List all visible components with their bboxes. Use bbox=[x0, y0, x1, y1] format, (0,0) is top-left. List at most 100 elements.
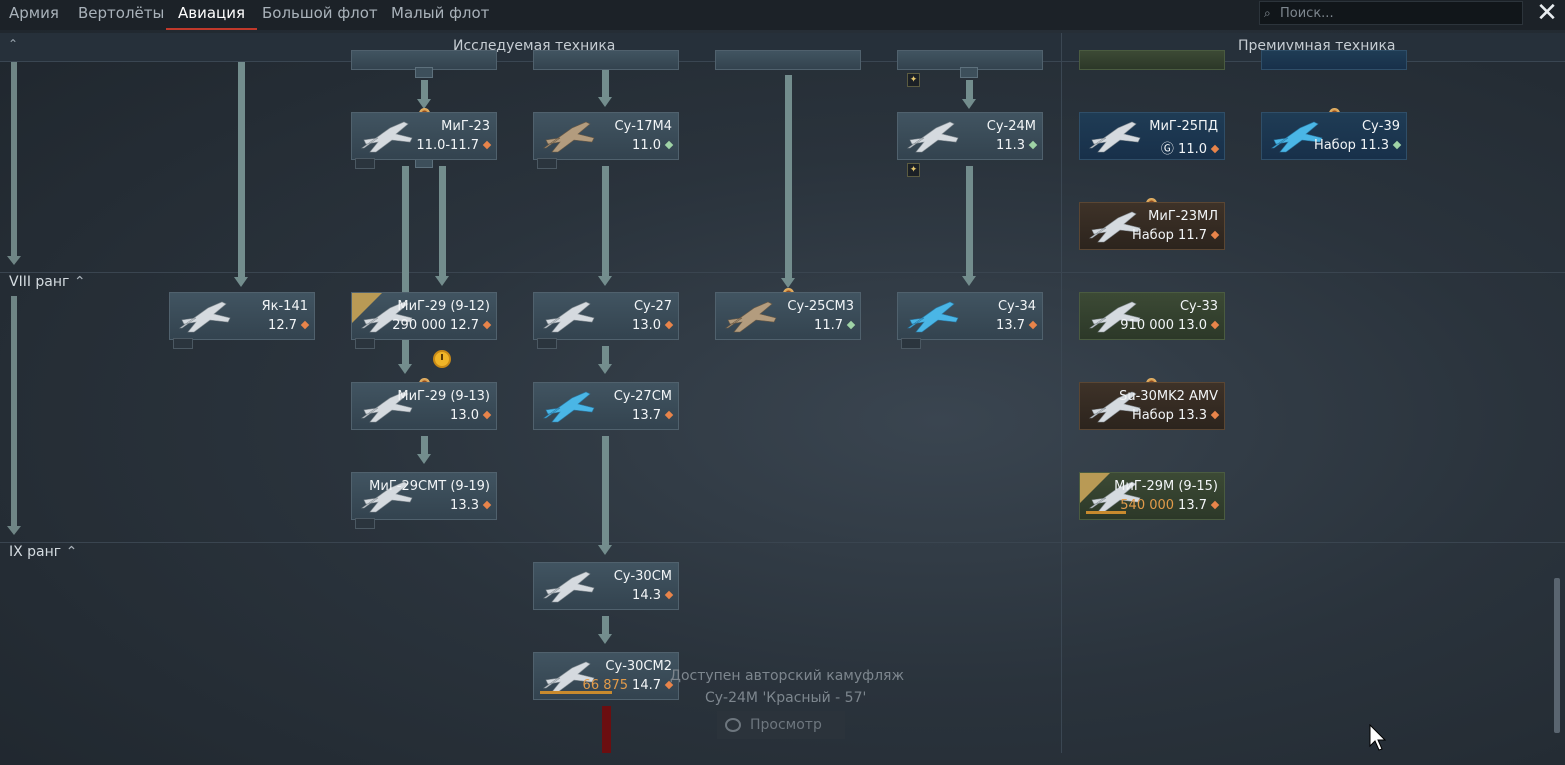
research-arrow bbox=[781, 75, 795, 288]
view-button-label: Просмотр bbox=[750, 717, 822, 733]
research-arrow bbox=[598, 70, 612, 107]
folder-tag-icon bbox=[537, 158, 557, 169]
gaijin-coin-icon: Ⓖ bbox=[1160, 142, 1174, 157]
vehicle-name: Су-24М bbox=[986, 119, 1036, 134]
vehicle-name: МиГ-29 (9-13) bbox=[397, 389, 490, 404]
vehicle-card-mig23[interactable]: МиГ-23 11.0-11.7 bbox=[351, 112, 497, 160]
unlock-icon: ✦ bbox=[907, 73, 920, 87]
vehicle-name: Су-27 bbox=[633, 299, 672, 314]
folder-tag-icon bbox=[537, 338, 557, 349]
vehicle-name: Su-30MK2 AMV bbox=[1119, 389, 1218, 404]
battle-rating: 13.0 bbox=[632, 318, 674, 333]
modification-icon bbox=[960, 67, 978, 78]
vehicle-name: МиГ-23 bbox=[441, 119, 490, 134]
vehicle-card-su30sm2[interactable]: Су-30СМ2 66 875 14.7 bbox=[533, 652, 679, 700]
battle-rating: Ⓖ 11.0 bbox=[1160, 138, 1220, 157]
battle-rating: Набор 11.3 bbox=[1314, 138, 1402, 153]
vehicle-name: Су-30СМ bbox=[613, 569, 672, 584]
vehicle-card-su34[interactable]: Су-34 13.7 bbox=[897, 292, 1043, 340]
research-progress-bar bbox=[540, 691, 612, 694]
tab-bluewater-fleet[interactable]: Большой флот bbox=[262, 3, 378, 30]
eye-icon bbox=[725, 718, 741, 732]
research-arrow bbox=[962, 166, 976, 286]
rank-divider-viii bbox=[0, 272, 1565, 273]
vehicle-card-partial[interactable] bbox=[533, 50, 679, 70]
section-divider bbox=[1061, 33, 1062, 753]
research-progress-bar bbox=[1086, 511, 1126, 514]
vehicle-name: Су-39 bbox=[1361, 119, 1400, 134]
vehicle-card-partial[interactable] bbox=[715, 50, 861, 70]
scrollbar[interactable] bbox=[1554, 578, 1560, 733]
vehicle-name: МиГ-25ПД bbox=[1149, 119, 1218, 134]
search-icon: ⌕ bbox=[1264, 6, 1271, 20]
mouse-cursor-icon bbox=[1369, 724, 1387, 751]
vehicle-card-su30sm[interactable]: Су-30СМ 14.3 bbox=[533, 562, 679, 610]
battle-rating: Набор 11.7 bbox=[1132, 228, 1220, 243]
research-arrow bbox=[962, 80, 976, 109]
camouflage-notification-subtitle: Су-24М 'Красный - 57' bbox=[705, 690, 867, 706]
vehicle-name: Су-34 bbox=[997, 299, 1036, 314]
top-tab-bar: Армия Вертолёты Авиация Большой флот Мал… bbox=[0, 0, 1565, 30]
vehicle-card-partial[interactable] bbox=[1079, 50, 1225, 70]
aircraft-icon bbox=[720, 298, 780, 336]
vehicle-card-su24m[interactable]: Су-24М 11.3 bbox=[897, 112, 1043, 160]
view-camouflage-button[interactable]: Просмотр bbox=[717, 711, 845, 739]
vehicle-name: Су-17М4 bbox=[614, 119, 673, 134]
research-progress-bar bbox=[602, 706, 611, 753]
research-arrow bbox=[598, 166, 612, 286]
close-icon[interactable]: ✕ bbox=[1532, 0, 1562, 28]
aircraft-icon bbox=[356, 118, 416, 156]
vehicle-card-su27[interactable]: Су-27 13.0 bbox=[533, 292, 679, 340]
vehicle-name: МиГ-29 (9-12) bbox=[397, 299, 490, 314]
vehicle-card-mig29-9-13[interactable]: МиГ-29 (9-13) 13.0 bbox=[351, 382, 497, 430]
research-arrow bbox=[234, 62, 248, 287]
folder-tag-icon bbox=[173, 338, 193, 349]
rank-label-ix[interactable]: IX ранг ⌃ bbox=[9, 544, 77, 560]
vehicle-name: МиГ-29СМТ (9-19) bbox=[369, 479, 490, 494]
vehicle-card-su30mk2[interactable]: Su-30MK2 AMV Набор 13.3 bbox=[1079, 382, 1225, 430]
battle-rating: 13.7 bbox=[632, 408, 674, 423]
rank-arrow-vii bbox=[7, 62, 21, 265]
collapse-all-icon[interactable]: ⌃ bbox=[8, 37, 22, 53]
vehicle-name: Су-33 bbox=[1179, 299, 1218, 314]
vehicle-card-mig29m[interactable]: МиГ-29М (9-15) 540 000 13.7 bbox=[1079, 472, 1225, 520]
vehicle-card-mig29smt[interactable]: МиГ-29СМТ (9-19) 13.3 bbox=[351, 472, 497, 520]
battle-rating: 12.7 bbox=[268, 318, 310, 333]
vehicle-name: Су-27СМ bbox=[613, 389, 672, 404]
battle-rating: 11.3 bbox=[996, 138, 1038, 153]
vehicle-card-su25sm3[interactable]: Су-25СМ3 11.7 bbox=[715, 292, 861, 340]
vehicle-name: МиГ-23МЛ bbox=[1148, 209, 1218, 224]
tab-army[interactable]: Армия bbox=[9, 3, 59, 30]
battle-rating: 11.0-11.7 bbox=[416, 138, 492, 153]
vehicle-card-partial[interactable] bbox=[1261, 50, 1407, 70]
battle-rating: Набор 13.3 bbox=[1132, 408, 1220, 423]
vehicle-card-su27sm[interactable]: Су-27СМ 13.7 bbox=[533, 382, 679, 430]
aircraft-icon bbox=[538, 118, 598, 156]
aircraft-icon bbox=[538, 298, 598, 336]
battle-rating: 14.3 bbox=[632, 588, 674, 603]
rank-label-viii[interactable]: VIII ранг ⌃ bbox=[9, 274, 86, 290]
vehicle-card-mig23ml[interactable]: МиГ-23МЛ Набор 11.7 bbox=[1079, 202, 1225, 250]
battle-rating: 11.7 bbox=[814, 318, 856, 333]
vehicle-name: Су-30СМ2 bbox=[605, 659, 672, 674]
research-arrow bbox=[598, 436, 612, 555]
tab-helicopters[interactable]: Вертолёты bbox=[78, 3, 164, 30]
aircraft-icon bbox=[174, 298, 234, 336]
vehicle-card-mig25pd[interactable]: МиГ-25ПД Ⓖ 11.0 bbox=[1079, 112, 1225, 160]
vehicle-name: МиГ-29М (9-15) bbox=[1114, 479, 1218, 494]
vehicle-card-su39[interactable]: Су-39 Набор 11.3 bbox=[1261, 112, 1407, 160]
aircraft-icon bbox=[1084, 118, 1144, 156]
aircraft-icon bbox=[902, 118, 962, 156]
vehicle-card-su17m4[interactable]: Су-17М4 11.0 bbox=[533, 112, 679, 160]
tab-aviation[interactable]: Авиация bbox=[165, 3, 258, 30]
vehicle-card-yak141[interactable]: Як-141 12.7 bbox=[169, 292, 315, 340]
tab-coastal-fleet[interactable]: Малый флот bbox=[391, 3, 489, 30]
aircraft-icon bbox=[538, 388, 598, 426]
battle-rating: 290 000 12.7 bbox=[392, 318, 492, 333]
research-arrow bbox=[598, 346, 612, 374]
vehicle-card-su33[interactable]: Су-33 910 000 13.0 bbox=[1079, 292, 1225, 340]
battle-rating: 910 000 13.0 bbox=[1120, 318, 1220, 333]
search-input[interactable]: Поиск... bbox=[1259, 1, 1523, 25]
camouflage-notification-title: Доступен авторский камуфляж bbox=[670, 668, 905, 684]
vehicle-card-mig29-9-12[interactable]: МиГ-29 (9-12) 290 000 12.7 bbox=[351, 292, 497, 340]
